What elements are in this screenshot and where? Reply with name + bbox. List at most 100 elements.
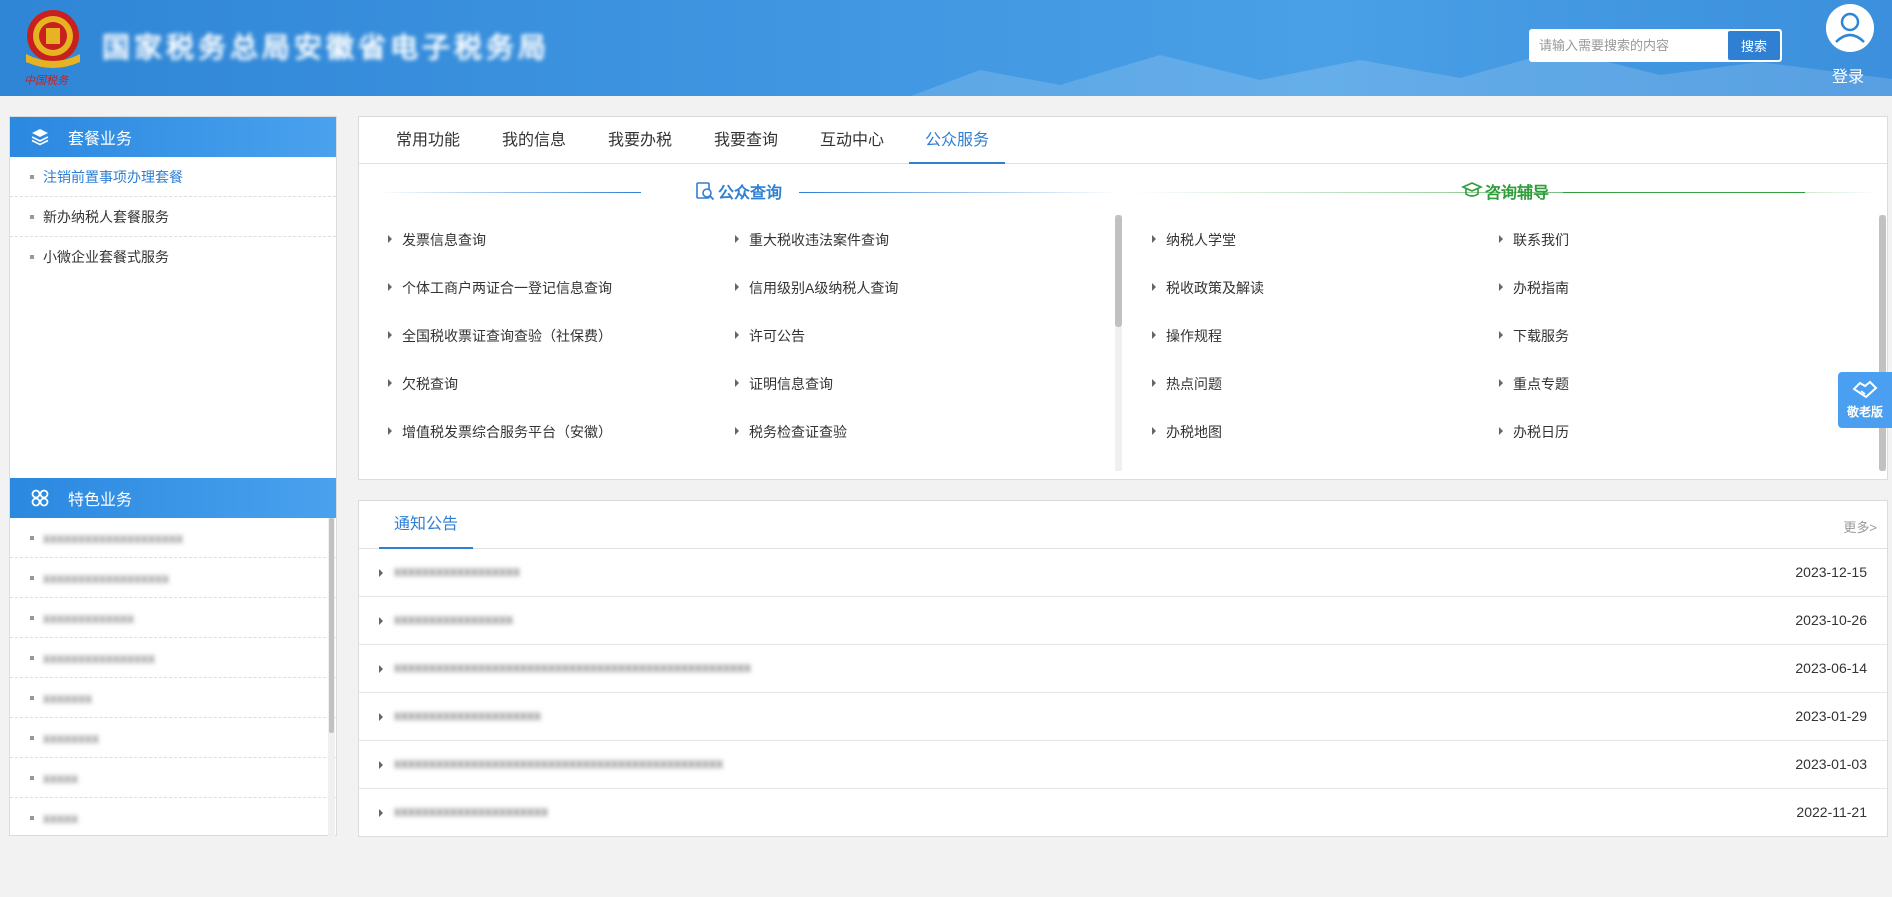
tab-interaction[interactable]: 互动中心 bbox=[815, 117, 889, 164]
consult-heading: 咨询辅导 bbox=[1461, 179, 1549, 203]
user-avatar-icon[interactable] bbox=[1826, 4, 1874, 52]
special-item-label: xxxxxxxxxxxxxxxxxxxx bbox=[43, 530, 183, 546]
tab-notices[interactable]: 通知公告 bbox=[379, 501, 474, 549]
tab-my-info[interactable]: 我的信息 bbox=[497, 117, 571, 164]
divider-line bbox=[379, 192, 641, 193]
notice-date: 2022-11-21 bbox=[1796, 804, 1867, 820]
link-tax-guide[interactable]: 办税指南 bbox=[1499, 278, 1569, 298]
link-individual-business-query[interactable]: 个体工商户两证合一登记信息查询 bbox=[388, 278, 612, 298]
caret-right-icon bbox=[379, 569, 383, 577]
notice-title[interactable]: xxxxxxxxxxxxxxxxxxxxx bbox=[394, 707, 541, 723]
link-license-notice[interactable]: 许可公告 bbox=[735, 326, 805, 346]
layers-icon bbox=[31, 129, 49, 146]
search-document-icon bbox=[696, 182, 715, 201]
link-tax-arrears-query[interactable]: 欠税查询 bbox=[388, 374, 458, 394]
notice-row[interactable]: xxxxxxxxxxxxxxxxxxxxx 2023-01-29 bbox=[359, 693, 1887, 741]
handshake-icon bbox=[1852, 380, 1878, 399]
notice-row[interactable]: xxxxxxxxxxxxxxxxxxxxxxxxxxxxxxxxxxxxxxxx… bbox=[359, 741, 1887, 789]
special-item[interactable]: xxxxx bbox=[10, 758, 336, 798]
special-item[interactable]: xxxxxxxxxxxxxxxxxxxx bbox=[10, 518, 336, 558]
notice-date: 2023-01-03 bbox=[1795, 756, 1867, 772]
link-key-topics[interactable]: 重点专题 bbox=[1499, 374, 1569, 394]
link-tax-calendar[interactable]: 办税日历 bbox=[1499, 422, 1569, 442]
link-inspection-cert-verify[interactable]: 税务检查证查验 bbox=[735, 422, 847, 442]
link-download-service[interactable]: 下载服务 bbox=[1499, 326, 1569, 346]
special-item[interactable]: xxxxxxxxxxxxxxxx bbox=[10, 638, 336, 678]
public-query-title: 公众查询 bbox=[718, 185, 783, 202]
scrollbar-thumb[interactable] bbox=[329, 518, 334, 733]
link-operating-procedures[interactable]: 操作规程 bbox=[1152, 326, 1222, 346]
special-business-header: 特色业务 bbox=[10, 478, 336, 518]
consult-scrollbar[interactable] bbox=[1879, 215, 1886, 471]
link-violation-case-query[interactable]: 重大税收违法案件查询 bbox=[735, 230, 889, 250]
special-item-label: xxxxxxxxxxxxxxxxxx bbox=[43, 570, 169, 586]
notice-title[interactable]: xxxxxxxxxxxxxxxxxx bbox=[394, 563, 520, 579]
services-panel: 常用功能 我的信息 我要办税 我要查询 互动中心 公众服务 公众查询 发票信息查… bbox=[358, 116, 1888, 480]
special-item[interactable]: xxxxxxxxxxxxxxxxxx bbox=[10, 558, 336, 598]
notices-panel: 通知公告 更多> xxxxxxxxxxxxxxxxxx 2023-12-15 x… bbox=[358, 500, 1888, 837]
left-sidebar: 套餐业务 注销前置事项办理套餐 新办纳税人套餐服务 小微企业套餐式服务 特色业务… bbox=[9, 116, 337, 836]
special-item-label: xxxxxxx bbox=[43, 690, 92, 706]
package-menu: 注销前置事项办理套餐 新办纳税人套餐服务 小微企业套餐式服务 bbox=[10, 157, 336, 277]
link-credit-a-query[interactable]: 信用级别A级纳税人查询 bbox=[735, 278, 898, 298]
notice-title[interactable]: xxxxxxxxxxxxxxxxxxxxxx bbox=[394, 803, 548, 819]
link-vat-invoice-platform[interactable]: 增值税发票综合服务平台（安徽） bbox=[388, 422, 612, 442]
caret-right-icon bbox=[379, 617, 383, 625]
divider-line bbox=[1563, 192, 1879, 193]
login-link[interactable]: 登录 bbox=[1832, 63, 1864, 87]
public-query-scrollbar[interactable] bbox=[1115, 215, 1122, 471]
elderly-mode-button[interactable]: 敬老版 bbox=[1838, 372, 1892, 428]
special-list-scrollbar[interactable] bbox=[328, 518, 335, 836]
elderly-mode-label: 敬老版 bbox=[1846, 405, 1883, 419]
caret-right-icon bbox=[379, 665, 383, 673]
package-item-small-micro[interactable]: 小微企业套餐式服务 bbox=[10, 237, 336, 277]
notice-row[interactable]: xxxxxxxxxxxxxxxxx 2023-10-26 bbox=[359, 597, 1887, 645]
caret-right-icon bbox=[379, 809, 383, 817]
scrollbar-thumb[interactable] bbox=[1115, 215, 1122, 327]
search-box: 搜索 bbox=[1529, 29, 1782, 62]
special-item-label: xxxxx bbox=[43, 770, 78, 786]
tab-handle-tax[interactable]: 我要办税 bbox=[603, 117, 677, 164]
special-item[interactable]: xxxxx bbox=[10, 798, 336, 836]
notice-row[interactable]: xxxxxxxxxxxxxxxxxxxxxxxxxxxxxxxxxxxxxxxx… bbox=[359, 645, 1887, 693]
special-item-label: xxxxx bbox=[43, 810, 78, 826]
package-item-new-taxpayer[interactable]: 新办纳税人套餐服务 bbox=[10, 197, 336, 237]
site-header: 中国税务 国家税务总局安徽省电子税务局 搜索 登录 bbox=[0, 0, 1892, 96]
search-input[interactable] bbox=[1530, 30, 1730, 61]
search-button[interactable]: 搜索 bbox=[1728, 31, 1780, 60]
link-invoice-query[interactable]: 发票信息查询 bbox=[388, 230, 486, 250]
tab-common-functions[interactable]: 常用功能 bbox=[391, 117, 465, 164]
special-item[interactable]: xxxxxxxxxxxxx bbox=[10, 598, 336, 638]
link-taxpayer-school[interactable]: 纳税人学堂 bbox=[1152, 230, 1236, 250]
service-tabs: 常用功能 我的信息 我要办税 我要查询 互动中心 公众服务 bbox=[359, 117, 1887, 164]
special-menu: xxxxxxxxxxxxxxxxxxxx xxxxxxxxxxxxxxxxxx … bbox=[10, 518, 336, 836]
grid-flower-icon bbox=[31, 489, 49, 507]
caret-right-icon bbox=[379, 713, 383, 721]
package-item-deregister[interactable]: 注销前置事项办理套餐 bbox=[10, 157, 336, 197]
notice-title[interactable]: xxxxxxxxxxxxxxxxxxxxxxxxxxxxxxxxxxxxxxxx… bbox=[394, 755, 723, 771]
notice-date: 2023-12-15 bbox=[1795, 564, 1867, 580]
scrollbar-thumb[interactable] bbox=[1879, 215, 1886, 471]
special-item-label: xxxxxxxxxxxxxxxx bbox=[43, 650, 155, 666]
notice-date: 2023-06-14 bbox=[1795, 660, 1867, 676]
notice-title[interactable]: xxxxxxxxxxxxxxxxxxxxxxxxxxxxxxxxxxxxxxxx… bbox=[394, 659, 751, 675]
link-tax-policy[interactable]: 税收政策及解读 bbox=[1152, 278, 1264, 298]
notice-row[interactable]: xxxxxxxxxxxxxxxxxx 2023-12-15 bbox=[359, 549, 1887, 597]
public-query-heading: 公众查询 bbox=[695, 179, 782, 203]
notice-row[interactable]: xxxxxxxxxxxxxxxxxxxxxx 2022-11-21 bbox=[359, 789, 1887, 837]
notice-title[interactable]: xxxxxxxxxxxxxxxxx bbox=[394, 611, 513, 627]
tab-public-service[interactable]: 公众服务 bbox=[909, 117, 1005, 164]
link-certificate-query[interactable]: 证明信息查询 bbox=[735, 374, 833, 394]
tab-query[interactable]: 我要查询 bbox=[709, 117, 783, 164]
consult-title: 咨询辅导 bbox=[1485, 185, 1550, 202]
package-business-title: 套餐业务 bbox=[68, 131, 133, 148]
notices-header: 通知公告 更多> bbox=[359, 501, 1887, 549]
link-tax-map[interactable]: 办税地图 bbox=[1152, 422, 1222, 442]
special-item[interactable]: xxxxxxxx bbox=[10, 718, 336, 758]
notice-date: 2023-10-26 bbox=[1795, 612, 1867, 628]
link-hot-issues[interactable]: 热点问题 bbox=[1152, 374, 1222, 394]
special-item[interactable]: xxxxxxx bbox=[10, 678, 336, 718]
link-contact-us[interactable]: 联系我们 bbox=[1499, 230, 1569, 250]
more-notices-link[interactable]: 更多> bbox=[1843, 517, 1877, 536]
link-tax-receipt-verify[interactable]: 全国税收票证查询查验（社保费） bbox=[388, 326, 612, 346]
